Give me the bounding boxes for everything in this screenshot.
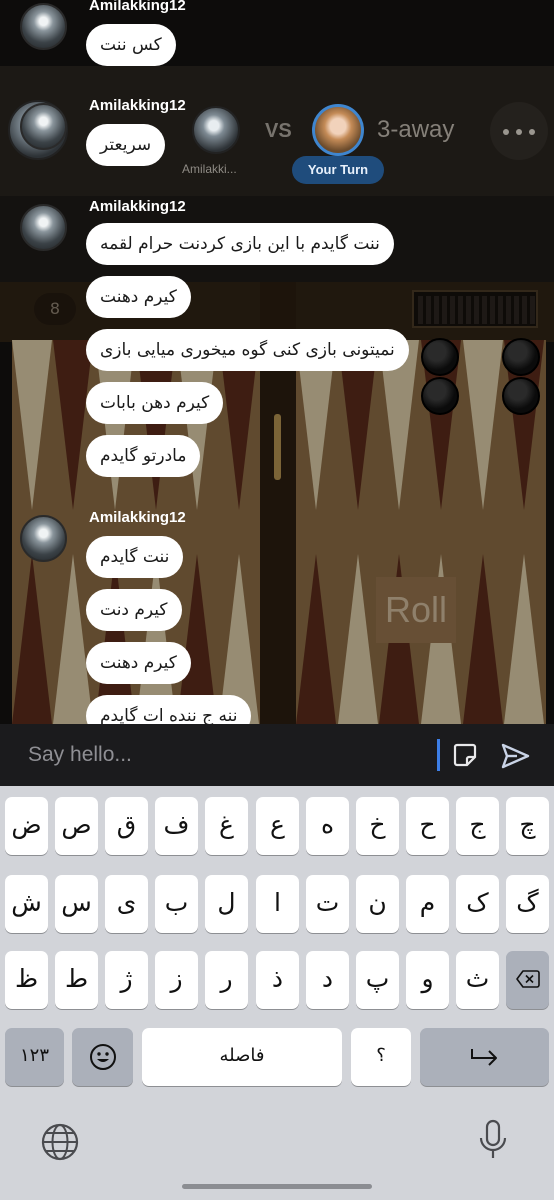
sender-name: Amilakking12 [89, 0, 186, 14]
emoji-key[interactable] [72, 1028, 133, 1086]
key[interactable]: ص [55, 797, 98, 855]
key[interactable]: ه [306, 797, 349, 855]
key[interactable]: ض [5, 797, 48, 855]
key[interactable]: و [406, 951, 449, 1009]
key[interactable]: ط [55, 951, 98, 1009]
turn-badge: Your Turn [292, 156, 384, 184]
key[interactable]: ر [205, 951, 248, 1009]
key[interactable]: پ [356, 951, 399, 1009]
sender-name: Amilakking12 [89, 97, 186, 114]
home-indicator [182, 1184, 372, 1189]
more-dot-icon [529, 129, 535, 135]
sender-avatar [20, 103, 67, 150]
microphone-icon[interactable] [478, 1118, 508, 1162]
key[interactable]: ژ [105, 951, 148, 1009]
key[interactable]: س [55, 875, 98, 933]
more-dot-icon [503, 129, 509, 135]
opponent-avatar [192, 106, 240, 154]
key[interactable]: ک [456, 875, 499, 933]
key[interactable]: غ [205, 797, 248, 855]
text-cursor [437, 739, 440, 771]
key[interactable]: ن [356, 875, 399, 933]
more-options-button[interactable] [490, 102, 548, 160]
opponent-name: Amilakki... [182, 162, 237, 176]
key[interactable]: ل [205, 875, 248, 933]
message-bubble: کیرم دهنت [86, 276, 191, 318]
message-bubble: نمیتونی بازی کنی گوه میخوری میایی بازی [86, 329, 409, 371]
sender-name: Amilakking12 [89, 509, 186, 526]
delete-icon [515, 970, 540, 988]
key[interactable]: د [306, 951, 349, 1009]
key[interactable]: ظ [5, 951, 48, 1009]
message-input[interactable]: Say hello... [28, 724, 132, 786]
return-icon [470, 1049, 497, 1066]
key[interactable]: ب [155, 875, 198, 933]
vs-label: VS [265, 120, 292, 142]
key[interactable]: م [406, 875, 449, 933]
key[interactable]: ا [256, 875, 299, 933]
sender-avatar [20, 3, 67, 50]
key[interactable]: خ [356, 797, 399, 855]
message-bubble: کیرم دهن بابات [86, 382, 224, 424]
numbers-key[interactable]: ۱۲۳ [5, 1028, 64, 1086]
key[interactable]: ث [456, 951, 499, 1009]
return-key[interactable] [420, 1028, 549, 1086]
key[interactable]: ت [306, 875, 349, 933]
more-dot-icon [516, 129, 522, 135]
key[interactable]: ق [105, 797, 148, 855]
sender-name: Amilakking12 [89, 198, 186, 215]
sender-avatar [20, 515, 67, 562]
my-avatar [312, 104, 364, 156]
space-key[interactable]: فاصله [142, 1028, 342, 1086]
message-bubble: کیرم دنت [86, 589, 182, 631]
key[interactable]: ی [105, 875, 148, 933]
key[interactable]: ذ [256, 951, 299, 1009]
message-bubble: کیرم دهنت [86, 642, 191, 684]
message-bubble: ننت گایدم [86, 536, 184, 578]
key[interactable]: ح [406, 797, 449, 855]
sticker-icon[interactable] [452, 742, 478, 768]
key[interactable]: گ [506, 875, 549, 933]
sender-avatar [20, 204, 67, 251]
message-bubble: کس ننت [86, 24, 176, 66]
emoji-icon [89, 1044, 116, 1070]
message-bubble: سریعتر [86, 124, 166, 166]
key[interactable]: چ [506, 797, 549, 855]
message-bubble: مادرتو گایدم [86, 435, 201, 477]
match-length-label: 3-away [377, 116, 455, 143]
send-icon[interactable] [500, 741, 530, 771]
key[interactable]: ع [256, 797, 299, 855]
key[interactable]: ف [155, 797, 198, 855]
globe-icon[interactable] [40, 1122, 80, 1162]
keyboard: ض ص ق ف غ ع ه خ ح ج چ ش س ی ب ل ا ت ن م … [0, 786, 554, 1200]
top-strip [0, 0, 554, 66]
key[interactable]: ج [456, 797, 499, 855]
key[interactable]: ش [5, 875, 48, 933]
delete-key[interactable] [506, 951, 549, 1009]
message-bubble: ننت گایدم با این بازی کردنت حرام لقمه [86, 223, 394, 265]
key[interactable]: ز [155, 951, 198, 1009]
question-mark-key[interactable]: ؟ [351, 1028, 411, 1086]
